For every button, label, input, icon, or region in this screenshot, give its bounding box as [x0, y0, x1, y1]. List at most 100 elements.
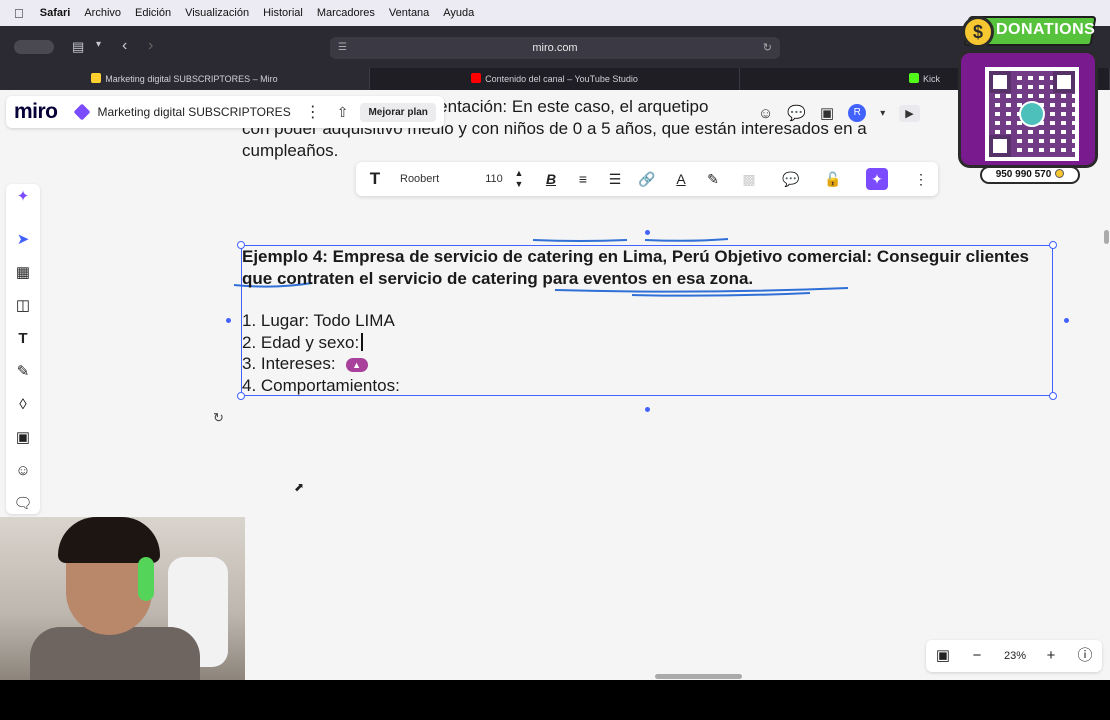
fit-to-screen-icon[interactable]: ▣ [932, 646, 954, 666]
board-icon [73, 103, 91, 121]
emoji-icon[interactable]: ☺ [13, 461, 33, 481]
ai-sparkle-icon[interactable]: ✦ [866, 168, 888, 190]
help-icon[interactable]: ⓘ [1074, 646, 1096, 666]
export-icon[interactable]: ⇧ [337, 104, 349, 121]
tab-youtube-studio[interactable]: Contenido del canal – YouTube Studio [370, 68, 740, 90]
dollar-coin-icon: $ [962, 16, 994, 48]
upgrade-plan-button[interactable]: Mejorar plan [360, 102, 436, 122]
ai-sparkle-icon[interactable]: ✦ [13, 187, 33, 207]
zoom-out-icon[interactable]: − [966, 646, 988, 666]
text-color-icon[interactable]: A [670, 168, 692, 190]
connector-dot[interactable] [645, 230, 650, 235]
miro-favicon-icon [91, 73, 102, 83]
qr-finder [989, 135, 1011, 157]
menu-safari[interactable]: Safari [40, 7, 71, 19]
reactions-icon[interactable]: ☺ [758, 105, 773, 122]
tab-label: Kick [922, 74, 940, 84]
font-family-select[interactable]: Roobert [400, 168, 460, 190]
lock-icon[interactable]: 🔓 [822, 168, 844, 190]
more-options-icon[interactable]: ⋮ [305, 102, 321, 122]
align-left-icon[interactable]: ≡ [572, 168, 594, 190]
bold-icon[interactable]: B [540, 168, 562, 190]
resize-handle[interactable] [1049, 241, 1057, 249]
font-size-input[interactable]: 110 [480, 168, 508, 190]
menu-edicion[interactable]: Edición [135, 7, 171, 19]
templates-icon[interactable]: ▦ [13, 263, 33, 283]
connector-dot[interactable] [645, 407, 650, 412]
comment-icon[interactable]: 🗨 [13, 494, 33, 514]
collaborator-cursor-icon: ▲ [345, 358, 368, 372]
board-title[interactable]: Marketing digital SUBSCRIPTORES [98, 105, 291, 119]
previous-text-line-3: cumpleaños. [242, 141, 339, 160]
shapes-icon[interactable]: ◊ [13, 395, 33, 415]
macos-menubar:  Safari Archivo Edición Visualización H… [0, 0, 1110, 26]
collaboration-bar: ☺ 💬 ▣ R ▾ ▶ [758, 98, 920, 128]
reader-icon[interactable]: ☰ [338, 37, 347, 59]
menu-historial[interactable]: Historial [263, 7, 303, 19]
mouse-pointer-icon: ⬈ [294, 480, 305, 494]
text-format-toolbar: T Roobert 110 ▲ ▼ B ≡ ☰ 🔗 A ✎ ▩ 💬 🔓 ✦ ⋮ [356, 162, 938, 196]
chat-icon[interactable]: 💬 [787, 104, 806, 122]
miro-logo[interactable]: miro [14, 100, 58, 124]
qr-finder [989, 71, 1011, 93]
back-icon[interactable]: ‹ [122, 37, 127, 55]
youtube-favicon-icon [471, 73, 482, 83]
zoom-in-icon[interactable]: + [1040, 646, 1062, 666]
forward-icon[interactable]: › [148, 37, 153, 55]
list-item: 1. Lugar: Todo LIMA [242, 311, 395, 330]
frame-icon[interactable]: ▣ [13, 428, 33, 448]
more-options-icon[interactable]: ⋮ [910, 168, 932, 190]
resize-handle[interactable] [1049, 392, 1057, 400]
webcam-overlay [0, 517, 245, 680]
browser-tabbar: Marketing digital SUBSCRIPTORES – Miro C… [0, 68, 1110, 90]
menu-ayuda[interactable]: Ayuda [443, 7, 474, 19]
tab-label: Contenido del canal – YouTube Studio [485, 74, 638, 84]
qr-code [985, 67, 1079, 161]
url-bar[interactable]: ☰ miro.com ↻ [330, 37, 780, 59]
zoom-controls: ▣ − 23% + ⓘ [926, 640, 1102, 672]
yape-logo-icon [1019, 101, 1045, 127]
vertical-scrollbar[interactable] [1104, 230, 1109, 244]
user-avatar[interactable]: R [848, 104, 867, 122]
url-text: miro.com [532, 42, 578, 54]
video-call-icon[interactable]: ▣ [820, 104, 834, 122]
donations-overlay: $ DONATIONS 950 990 570 [956, 16, 1100, 184]
bullet-list-icon[interactable]: ☰ [604, 168, 626, 190]
chevron-down-icon[interactable]: ▾ [880, 108, 885, 119]
connector-dot[interactable] [1064, 318, 1069, 323]
select-cursor-icon[interactable]: ➤ [13, 230, 33, 250]
text-tool-icon[interactable]: T [13, 329, 33, 349]
menu-visualizacion[interactable]: Visualización [185, 7, 249, 19]
background-color-icon[interactable]: ▩ [738, 168, 760, 190]
link-icon[interactable]: 🔗 [636, 168, 658, 190]
comment-icon[interactable]: 💬 [780, 168, 802, 190]
tab-group-button[interactable] [14, 40, 54, 54]
tab-miro[interactable]: Marketing digital SUBSCRIPTORES – Miro [0, 68, 370, 90]
list-item-text: 3. Intereses: [242, 354, 336, 373]
pen-icon[interactable]: ✎ [13, 362, 33, 382]
rotate-icon[interactable]: ↻ [213, 410, 224, 426]
list-item: 2. Edad y sexo: [242, 332, 400, 354]
horizontal-scrollbar[interactable] [655, 674, 742, 679]
connector-dot[interactable] [226, 318, 231, 323]
reload-icon[interactable]: ↻ [763, 37, 772, 59]
letterbox-bar [0, 680, 1110, 720]
chevron-down-icon[interactable]: ▾ [96, 39, 101, 50]
donations-label: DONATIONS [996, 21, 1096, 38]
menu-archivo[interactable]: Archivo [84, 7, 121, 19]
example-heading[interactable]: Ejemplo 4: Empresa de servicio de cateri… [242, 246, 1042, 290]
criteria-list[interactable]: 1. Lugar: Todo LIMA 2. Edad y sexo: 3. I… [242, 310, 400, 396]
donation-phone-number: 950 990 570 [980, 166, 1080, 184]
sticky-note-icon[interactable]: ◫ [13, 296, 33, 316]
streamer-body [30, 627, 200, 680]
sidebar-icon[interactable]: ▤ [72, 39, 84, 55]
menu-marcadores[interactable]: Marcadores [317, 7, 375, 19]
menu-ventana[interactable]: Ventana [389, 7, 429, 19]
presentation-play-button[interactable]: ▶ [899, 104, 920, 122]
text-type-icon[interactable]: T [364, 168, 386, 190]
zoom-level[interactable]: 23% [998, 646, 1032, 666]
apple-icon[interactable]:  [14, 6, 24, 21]
font-size-stepper-icon[interactable]: ▲ ▼ [512, 168, 526, 190]
tab-label: Marketing digital SUBSCRIPTORES – Miro [105, 74, 278, 84]
highlight-icon[interactable]: ✎ [702, 168, 724, 190]
